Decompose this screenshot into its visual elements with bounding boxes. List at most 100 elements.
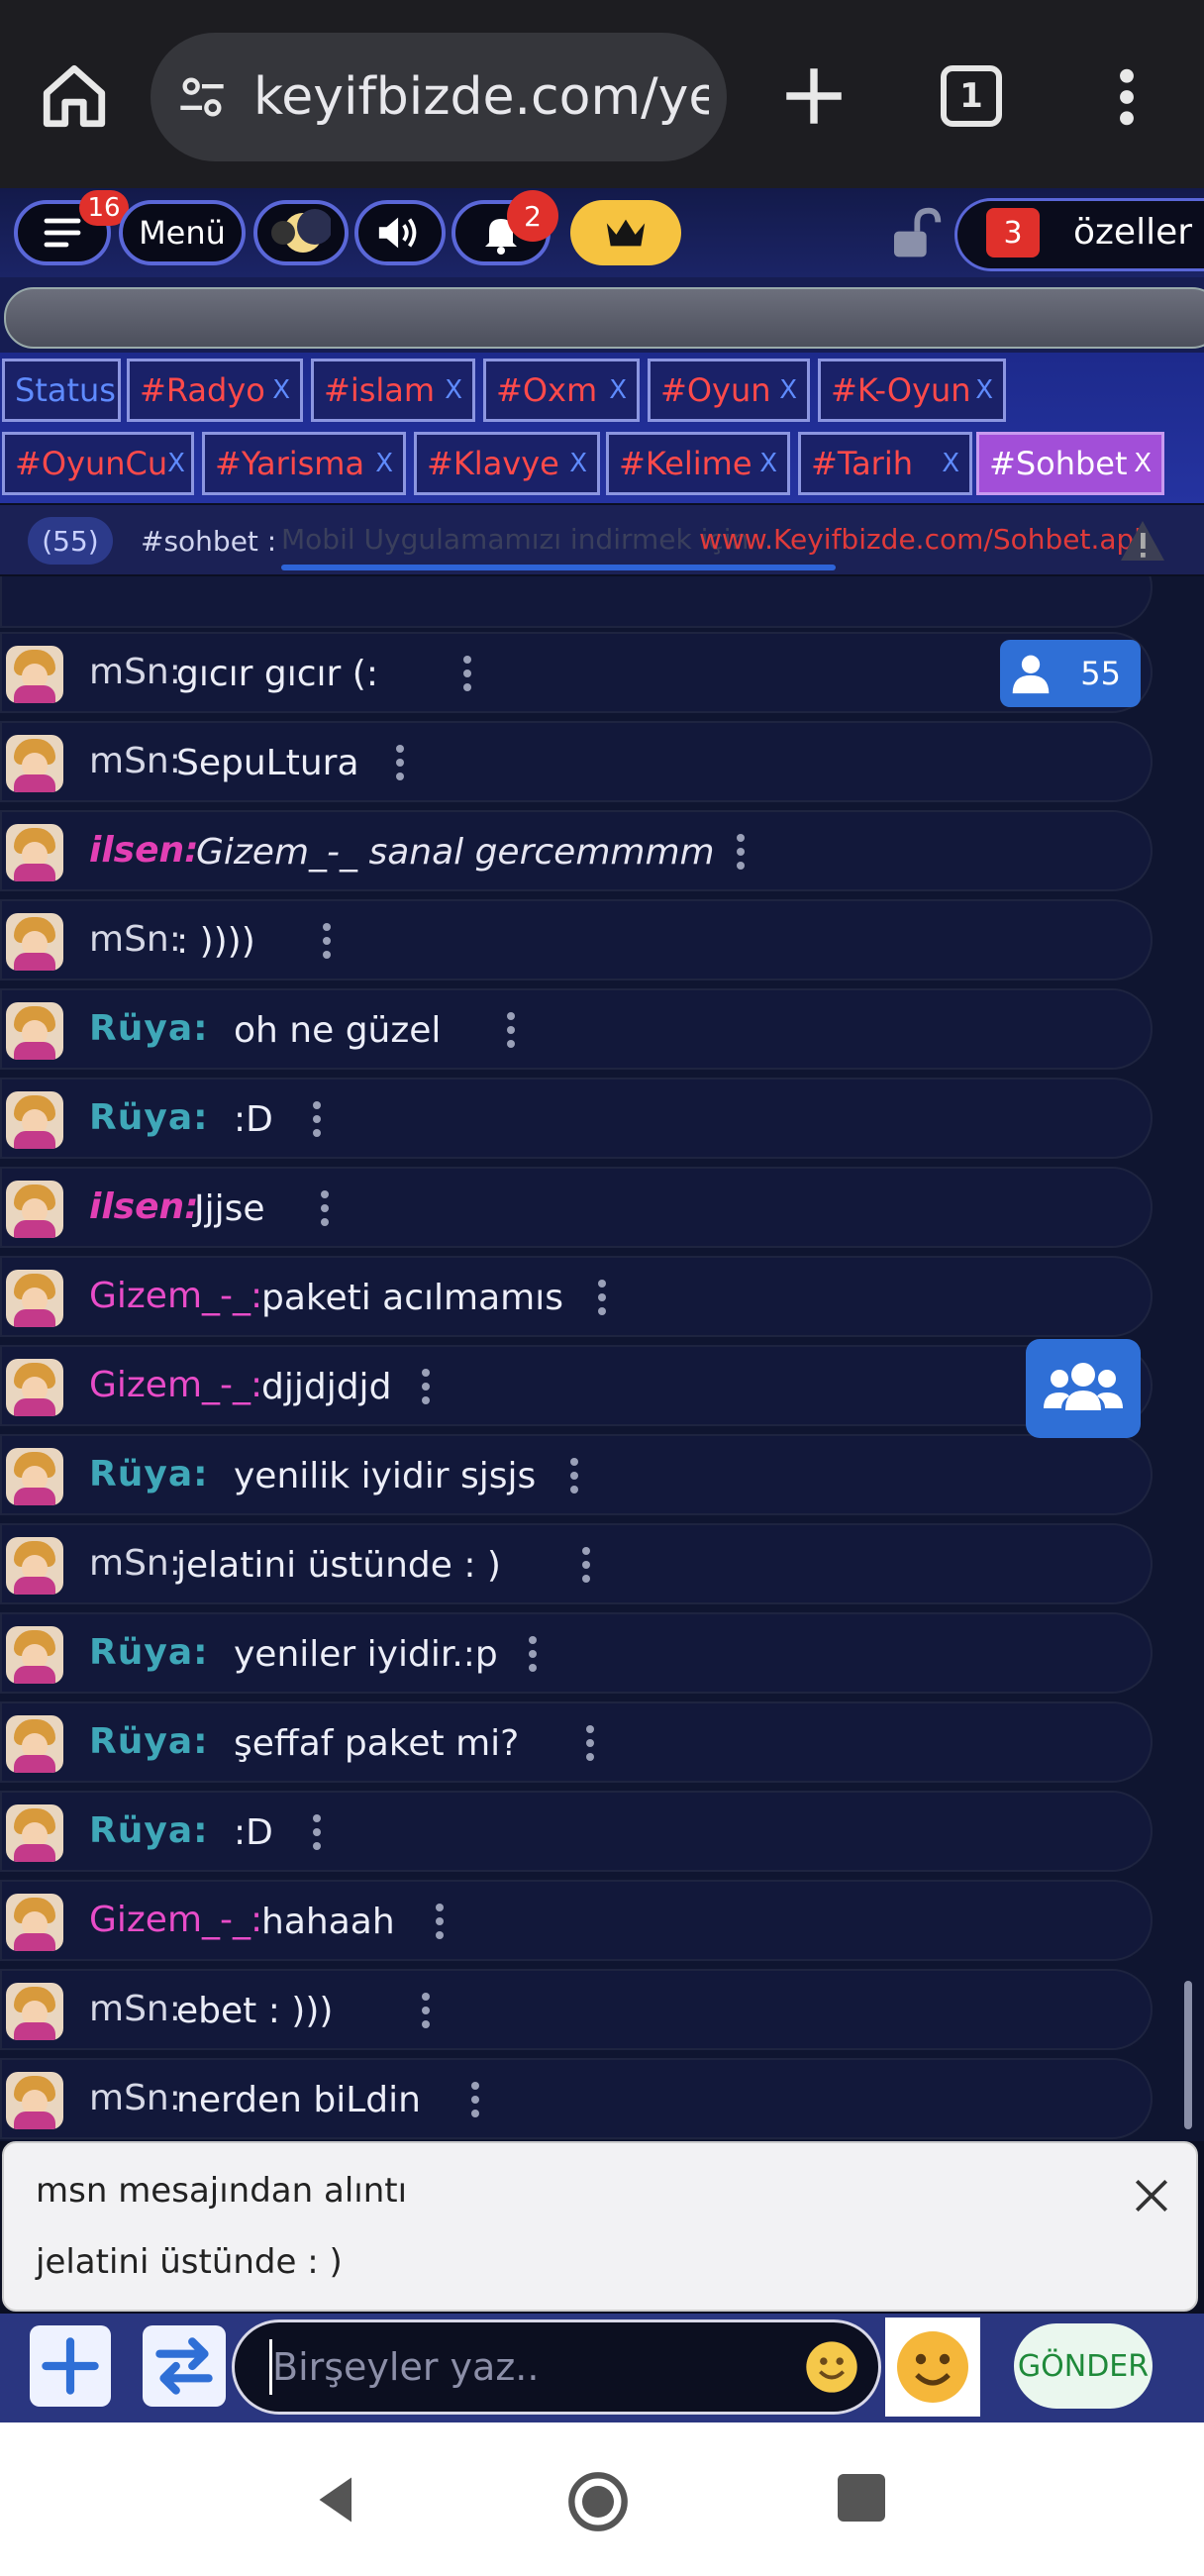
tab-radyo[interactable]: #Radyo X: [127, 359, 303, 422]
message-input[interactable]: Birşeyler yaz..: [232, 2319, 881, 2415]
message-nick[interactable]: Rüya:: [89, 1008, 209, 1049]
tab-switcher-button[interactable]: 1: [941, 65, 1002, 127]
send-button[interactable]: GÖNDER: [1014, 2323, 1153, 2409]
message-menu-icon[interactable]: [471, 2082, 479, 2121]
message-nick[interactable]: mSn:: [89, 919, 181, 960]
tab-yarisma[interactable]: #Yarisma X: [202, 432, 406, 495]
tab-close-button[interactable]: X: [375, 449, 393, 478]
avatar[interactable]: [6, 824, 63, 881]
menu-button[interactable]: Menü: [119, 200, 246, 265]
tab-close-button[interactable]: X: [942, 449, 959, 478]
tab-close-button[interactable]: X: [167, 449, 185, 478]
warning-icon[interactable]: [1119, 519, 1166, 563]
new-tab-icon[interactable]: [777, 59, 851, 133]
message-nick[interactable]: Rüya:: [89, 1097, 209, 1138]
sound-toggle[interactable]: [354, 200, 446, 265]
message-menu-icon[interactable]: [313, 1814, 321, 1854]
message-nick[interactable]: Rüya:: [89, 1454, 209, 1494]
message-menu-icon[interactable]: [396, 745, 404, 784]
message-nick[interactable]: ilsen:: [89, 1186, 199, 1227]
tab-close-button[interactable]: X: [445, 375, 462, 405]
home-nav-icon[interactable]: [566, 2470, 630, 2533]
message-nick[interactable]: mSn:: [89, 2078, 181, 2118]
avatar[interactable]: [6, 1270, 63, 1327]
tab-kelime[interactable]: #Kelime X: [606, 432, 790, 495]
home-icon[interactable]: [38, 59, 111, 133]
online-users-button[interactable]: 55: [1000, 640, 1141, 707]
theme-toggle[interactable]: [253, 200, 349, 265]
message-menu-icon[interactable]: [598, 1280, 606, 1319]
tab-close-button[interactable]: X: [272, 375, 290, 405]
emoji-icon[interactable]: [804, 2339, 859, 2395]
message-nick[interactable]: mSn:: [89, 652, 181, 692]
message-menu-icon[interactable]: [323, 923, 331, 963]
avatar[interactable]: [6, 1983, 63, 2040]
tab-oxm[interactable]: #Oxm X: [483, 359, 640, 422]
tab-oyun[interactable]: #Oyun X: [648, 359, 810, 422]
message-menu-icon[interactable]: [570, 1458, 578, 1497]
avatar[interactable]: [6, 2072, 63, 2129]
tab-sohbet-active[interactable]: #Sohbet X: [976, 432, 1164, 495]
message-menu-icon[interactable]: [422, 1993, 430, 2032]
message-nick[interactable]: Rüya:: [89, 1810, 209, 1851]
swap-arrows-button[interactable]: [143, 2325, 226, 2407]
message-nick[interactable]: mSn:: [89, 1989, 181, 2029]
tab-islam[interactable]: #islam X: [311, 359, 475, 422]
chat-scrollbar[interactable]: [1184, 1981, 1192, 2129]
avatar[interactable]: [6, 1626, 63, 1684]
add-button[interactable]: [30, 2325, 111, 2407]
avatar[interactable]: [6, 1894, 63, 1951]
recents-icon[interactable]: [838, 2474, 885, 2522]
avatar[interactable]: [6, 1359, 63, 1416]
avatar[interactable]: [6, 913, 63, 971]
message-nick[interactable]: Rüya:: [89, 1632, 209, 1673]
message-nick[interactable]: Gizem_-_:: [89, 1900, 262, 1940]
message-menu-icon[interactable]: [737, 834, 745, 874]
announcement-link[interactable]: www.Keyifbizde.com/Sohbet.apk: [699, 523, 1151, 556]
crown-vip-button[interactable]: [570, 200, 681, 265]
users-group-button[interactable]: [1026, 1339, 1141, 1438]
close-icon[interactable]: [1131, 2175, 1172, 2216]
avatar[interactable]: [6, 1002, 63, 1060]
tab-close-button[interactable]: X: [1134, 449, 1152, 478]
message-nick[interactable]: ilsen:: [89, 830, 199, 871]
tab-status[interactable]: Status: [2, 359, 121, 422]
tab-k-oyun[interactable]: #K-Oyun X: [818, 359, 1006, 422]
message-menu-icon[interactable]: [507, 1012, 515, 1052]
tab-close-button[interactable]: X: [759, 449, 777, 478]
message-menu-icon[interactable]: [582, 1547, 590, 1587]
avatar[interactable]: [6, 1715, 63, 1773]
message-nick[interactable]: Rüya:: [89, 1721, 209, 1762]
message-menu-icon[interactable]: [313, 1101, 321, 1141]
emoji-picker-button[interactable]: [885, 2318, 980, 2417]
message-menu-icon[interactable]: [321, 1190, 329, 1230]
avatar[interactable]: [6, 1804, 63, 1862]
back-icon[interactable]: [307, 2470, 366, 2529]
message-nick[interactable]: Gizem_-_:: [89, 1365, 262, 1405]
message-nick[interactable]: mSn:: [89, 1543, 181, 1584]
tab-close-button[interactable]: X: [569, 449, 587, 478]
tab-close-button[interactable]: X: [609, 375, 627, 405]
avatar[interactable]: [6, 1537, 63, 1595]
message-menu-icon[interactable]: [463, 656, 471, 695]
message-menu-icon[interactable]: [586, 1725, 594, 1765]
avatar[interactable]: [6, 735, 63, 792]
avatar[interactable]: [6, 1181, 63, 1238]
tab-close-button[interactable]: X: [975, 375, 993, 405]
tab-klavye[interactable]: #Klavye X: [414, 432, 600, 495]
message-menu-icon[interactable]: [529, 1636, 537, 1676]
message-nick[interactable]: Gizem_-_:: [89, 1276, 262, 1316]
address-bar[interactable]: keyifbizde.com/yen: [150, 33, 727, 161]
site-settings-icon[interactable]: [176, 71, 228, 123]
avatar[interactable]: [6, 646, 63, 703]
message-menu-icon[interactable]: [436, 1904, 444, 1943]
unlock-icon[interactable]: [887, 206, 943, 261]
tab-close-button[interactable]: X: [779, 375, 797, 405]
tab-tarih[interactable]: #Tarih X: [798, 432, 972, 495]
browser-menu-icon[interactable]: [1109, 65, 1145, 129]
avatar[interactable]: [6, 1091, 63, 1149]
message-nick[interactable]: mSn:: [89, 741, 181, 781]
avatar[interactable]: [6, 1448, 63, 1505]
message-menu-icon[interactable]: [422, 1369, 430, 1408]
tab-oyuncu[interactable]: #OyunCu X: [2, 432, 194, 495]
